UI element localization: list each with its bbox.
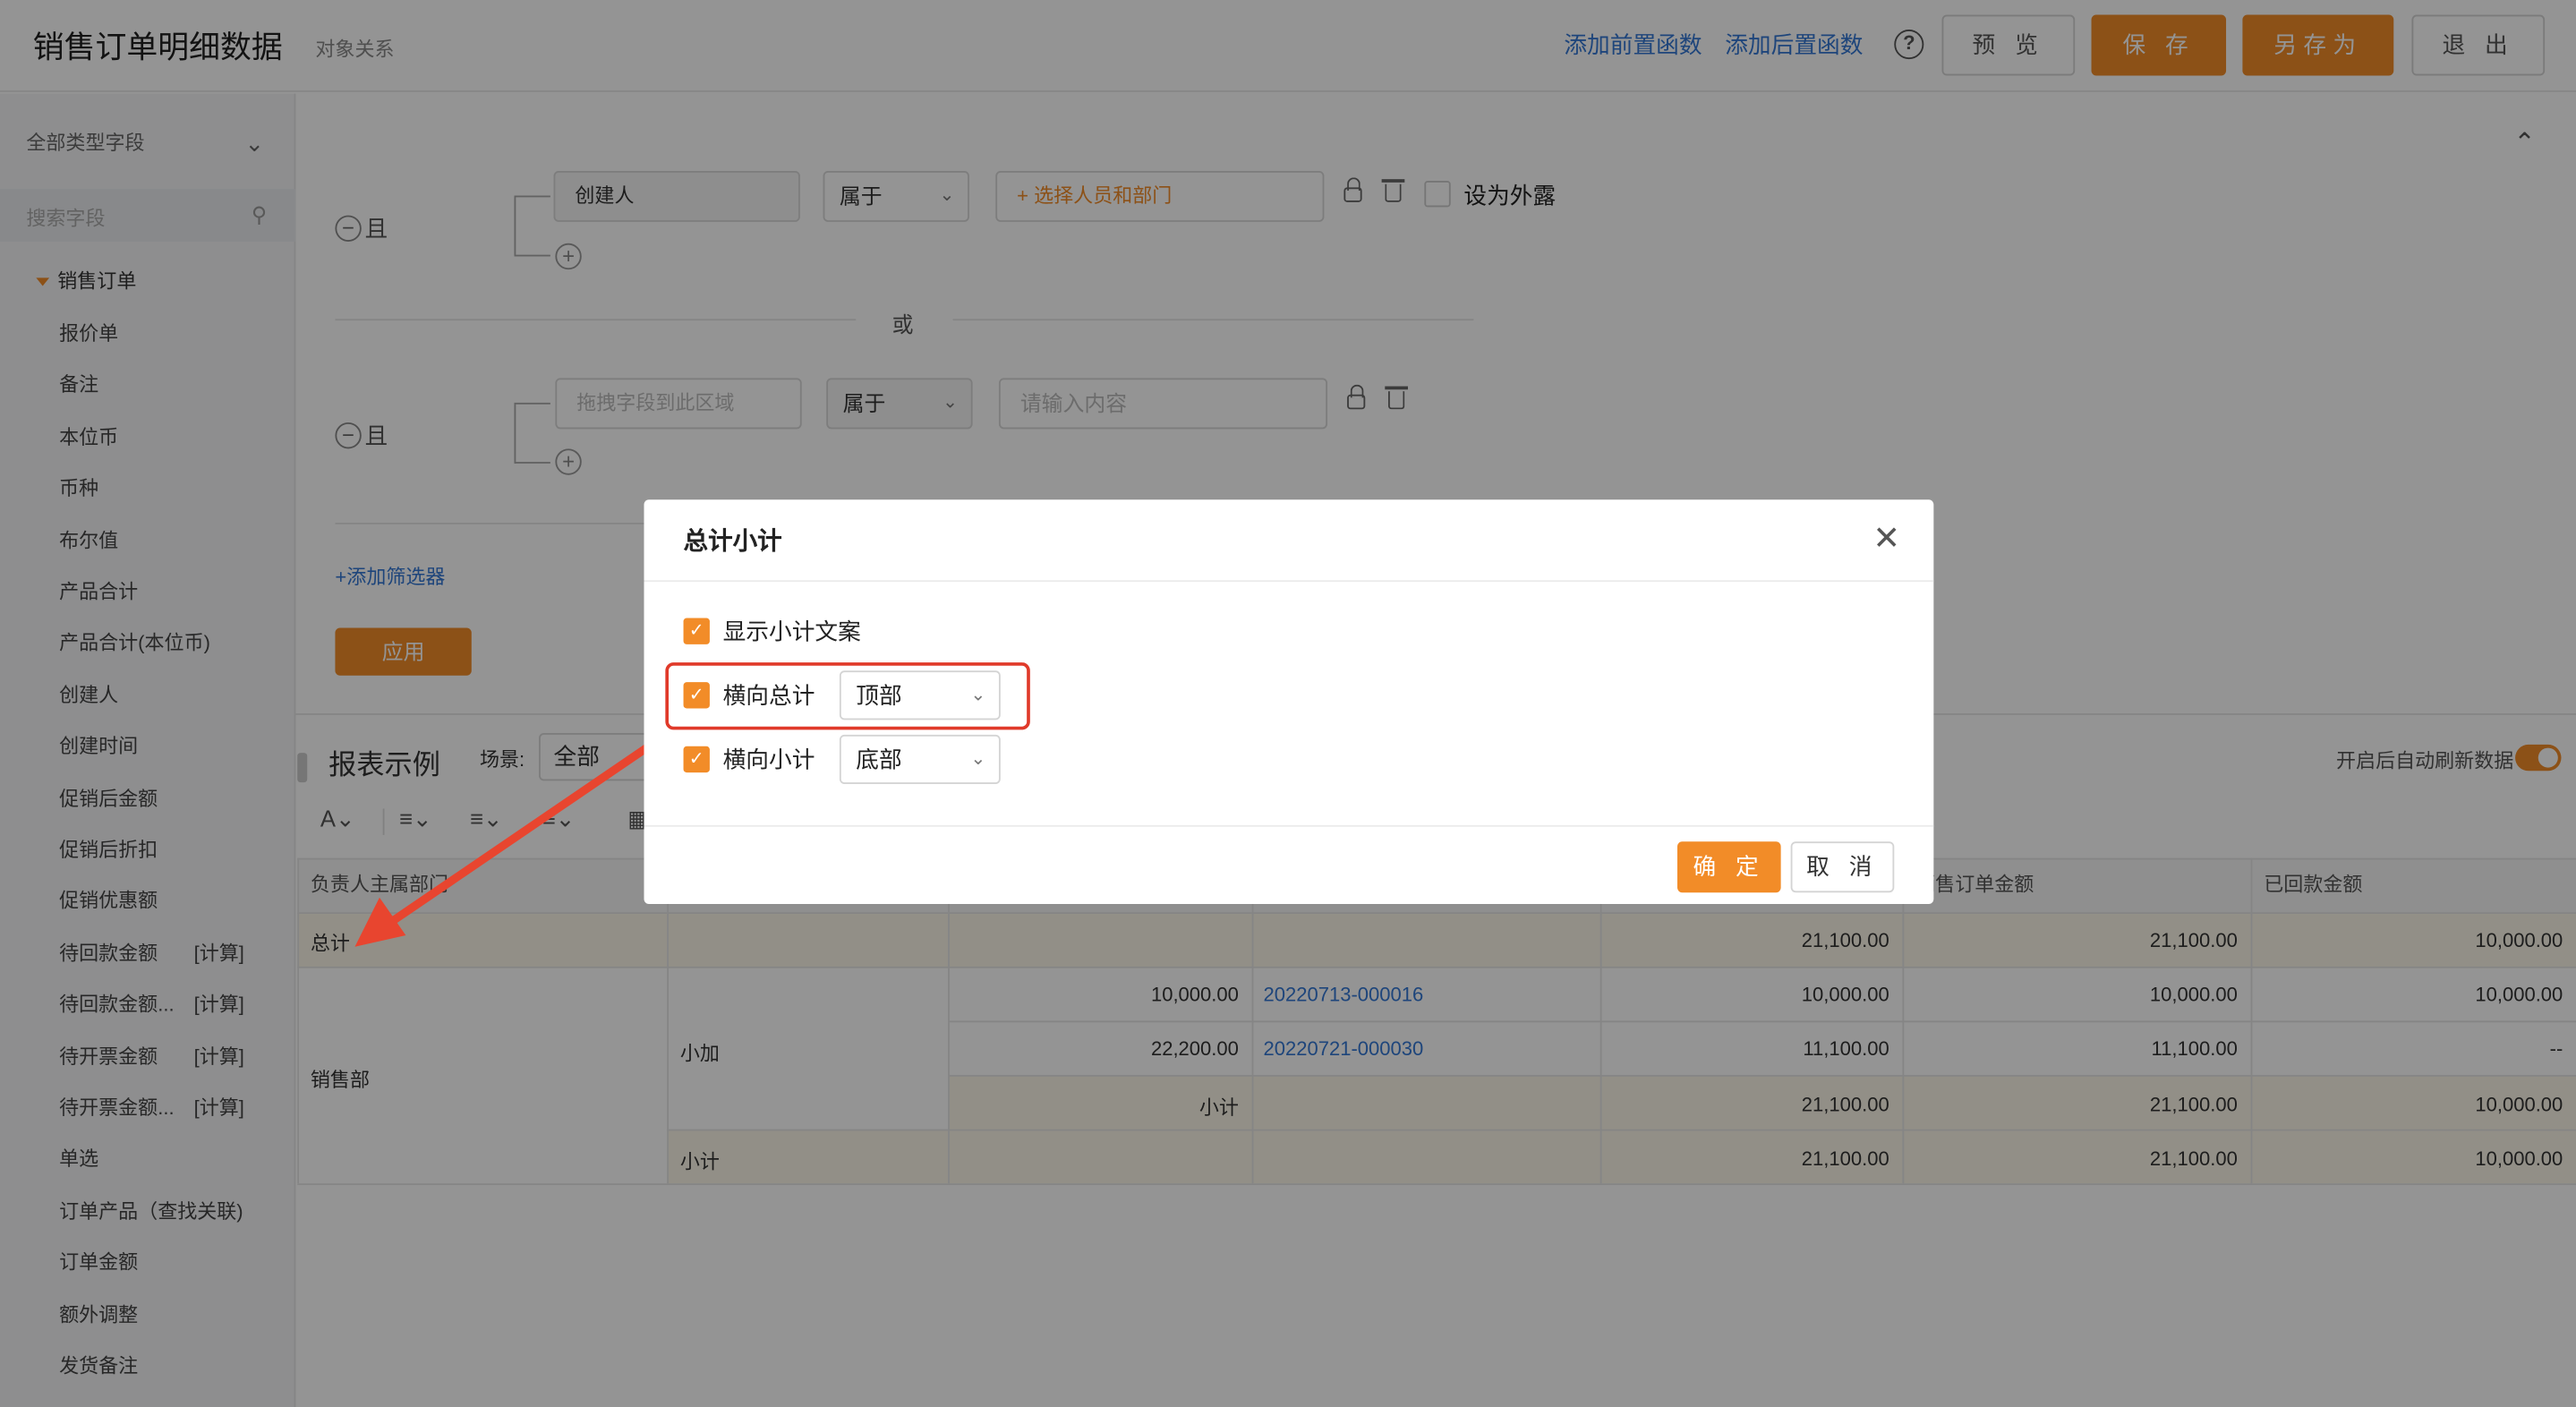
cancel-button[interactable]: 取 消 bbox=[1790, 841, 1895, 893]
show-subtotal-text-label: 显示小计文案 bbox=[722, 618, 861, 644]
confirm-button[interactable]: 确 定 bbox=[1677, 841, 1781, 893]
dialog-divider bbox=[644, 580, 1934, 583]
dialog-title: 总计小计 bbox=[683, 527, 782, 556]
close-icon[interactable]: ✕ bbox=[1872, 523, 1900, 556]
highlight-box bbox=[665, 662, 1030, 730]
show-subtotal-text-checkbox[interactable]: ✓ bbox=[683, 618, 710, 644]
select-value: 底部 bbox=[856, 746, 902, 773]
horizontal-subtotal-label: 横向小计 bbox=[722, 746, 815, 773]
horizontal-subtotal-checkbox[interactable]: ✓ bbox=[683, 746, 710, 773]
dialog-footer-divider bbox=[644, 824, 1934, 827]
horizontal-subtotal-position-select[interactable]: 底部 ⌄ bbox=[839, 734, 1001, 784]
chevron-down-icon: ⌄ bbox=[970, 749, 986, 770]
